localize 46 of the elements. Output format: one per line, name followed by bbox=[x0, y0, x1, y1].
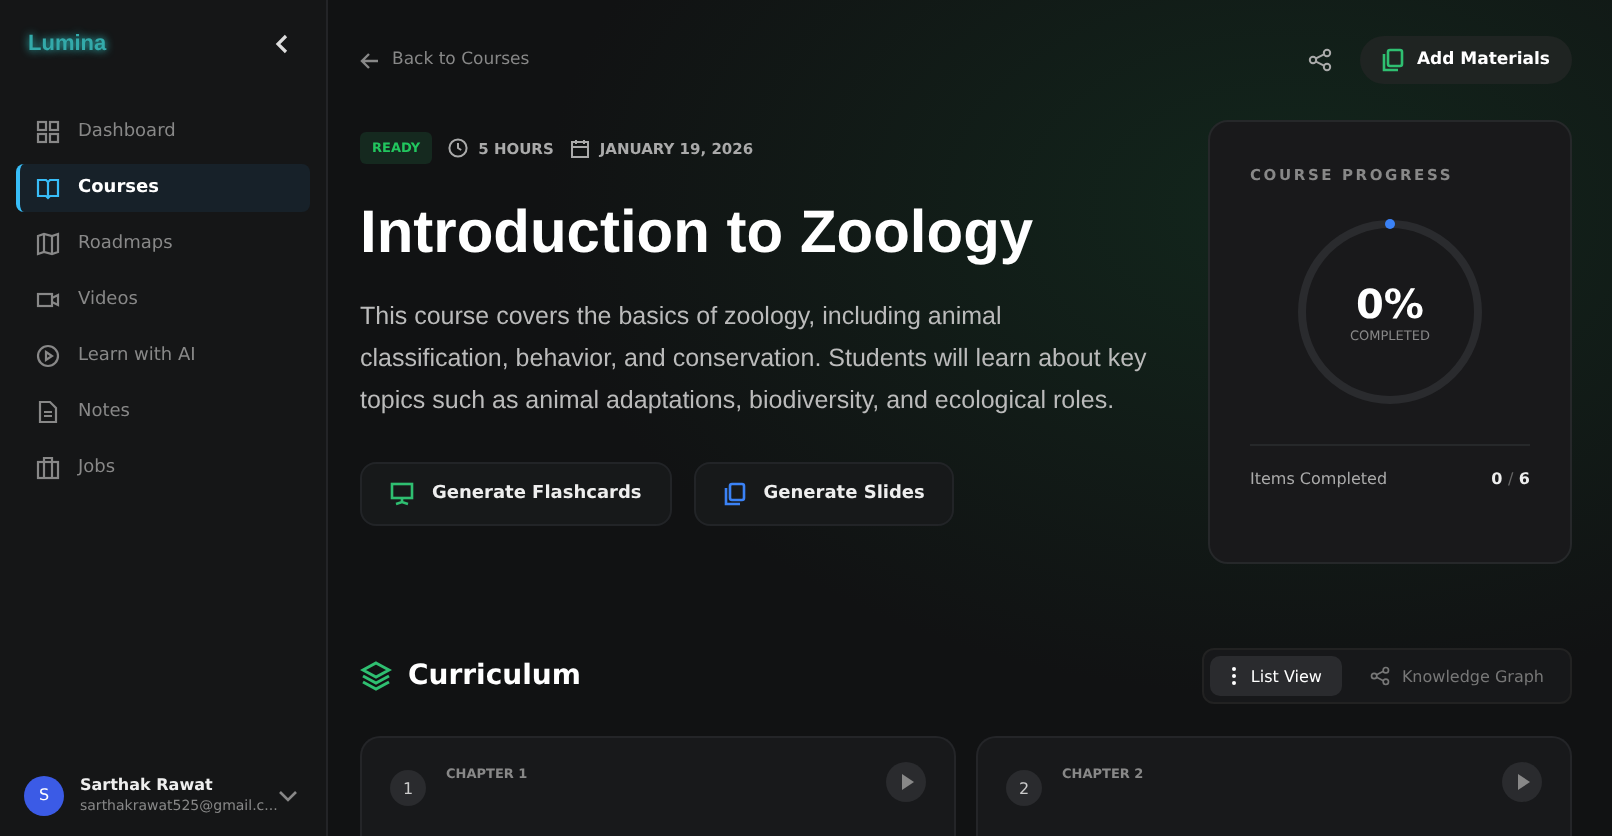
play-icon bbox=[36, 344, 60, 368]
video-icon bbox=[36, 288, 60, 312]
note-icon bbox=[36, 400, 60, 424]
user-name: Sarthak Rawat bbox=[80, 774, 215, 796]
list-view-tab[interactable]: List View bbox=[1210, 656, 1342, 696]
sidebar-item[interactable]: Dashboard bbox=[16, 108, 310, 156]
sidebar-item[interactable]: Learn with AI bbox=[16, 332, 310, 380]
grid-icon bbox=[36, 120, 60, 144]
items-completed-label: Items Completed bbox=[1250, 470, 1388, 488]
sidebar-item[interactable]: Roadmaps bbox=[16, 220, 310, 268]
generate-slides-button[interactable]: Generate Slides bbox=[693, 462, 955, 526]
add-materials-button[interactable]: Add Materials bbox=[1360, 36, 1572, 84]
sidebar-item[interactable]: Courses bbox=[16, 164, 310, 212]
progress-percent: 0% bbox=[1356, 280, 1424, 328]
course-description: This course covers the basics of zoology, including animal classification, behavior, and conservation. Students will learn about key topics such as animal adaptations, biodiversity, and ecological roles. bbox=[360, 300, 1149, 418]
copy-icon bbox=[1382, 48, 1405, 72]
progress-dot bbox=[1385, 219, 1395, 229]
chapter-number: 2 bbox=[1006, 770, 1042, 806]
knowledge-graph-tab[interactable]: Knowledge Graph bbox=[1349, 656, 1564, 696]
map-icon bbox=[36, 232, 60, 256]
chapter-number: 1 bbox=[390, 770, 426, 806]
layers-icon bbox=[360, 660, 392, 692]
curriculum-heading: Curriculum bbox=[408, 660, 581, 692]
more-vertical-icon bbox=[1230, 666, 1239, 686]
play-icon[interactable] bbox=[886, 762, 926, 802]
collapse-chevron-icon[interactable] bbox=[274, 34, 290, 54]
sidebar-item[interactable]: Videos bbox=[16, 276, 310, 324]
share-icon bbox=[1369, 666, 1390, 686]
share-icon[interactable] bbox=[1308, 48, 1333, 72]
book-icon bbox=[36, 176, 60, 200]
briefcase-icon bbox=[36, 456, 60, 480]
chevron-down-icon[interactable] bbox=[278, 789, 298, 801]
course-title: Introduction to Zoology bbox=[360, 200, 1036, 268]
user-avatar: S bbox=[24, 775, 64, 815]
clock-icon bbox=[448, 138, 469, 158]
play-icon[interactable] bbox=[1502, 762, 1542, 802]
sidebar-item[interactable]: Jobs bbox=[16, 444, 310, 492]
items-completed-count: 0 / 6 bbox=[1491, 470, 1530, 488]
generate-flashcards-button[interactable]: Generate Flashcards bbox=[360, 462, 672, 526]
calendar-icon bbox=[569, 138, 590, 158]
arrow-left-icon bbox=[360, 51, 380, 69]
back-link[interactable]: Back to Courses bbox=[360, 50, 530, 70]
presentation-icon bbox=[390, 482, 414, 506]
logo[interactable]: Lumina bbox=[28, 32, 107, 56]
sidebar-item[interactable]: Notes bbox=[16, 388, 310, 436]
copy-icon bbox=[723, 482, 746, 506]
